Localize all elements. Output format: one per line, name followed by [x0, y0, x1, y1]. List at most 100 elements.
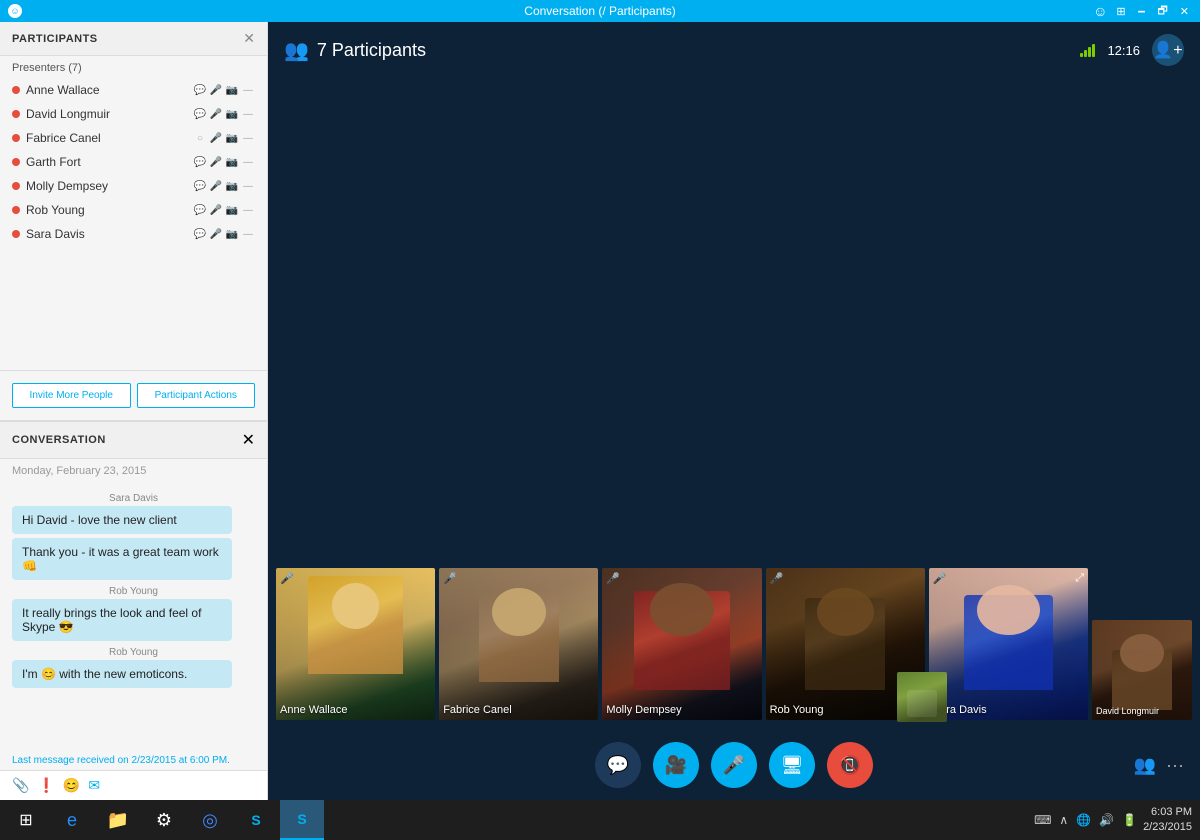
- more-icon[interactable]: —: [241, 133, 255, 144]
- participant-controls: 💬 🎤 📷 —: [193, 157, 255, 168]
- mic-icon[interactable]: 🎤: [209, 109, 223, 120]
- keyboard-icon[interactable]: ⌨: [1034, 813, 1051, 827]
- david-tile-container: David Longmuir: [1092, 620, 1192, 720]
- more-icon[interactable]: —: [241, 85, 255, 96]
- date: 2/23/2015: [1143, 820, 1192, 835]
- chevron-icon[interactable]: ∧: [1059, 813, 1068, 827]
- phone-end-icon: 📵: [839, 755, 861, 776]
- title-bar-left: ☺: [8, 4, 22, 18]
- video-feed-sara: [929, 568, 1088, 720]
- chat-icon[interactable]: 💬: [193, 157, 207, 168]
- urgent-icon[interactable]: ❗: [37, 777, 54, 794]
- screen-share-button[interactable]: 🖥: [769, 742, 815, 788]
- expand-icon[interactable]: ⤢: [1075, 572, 1084, 585]
- ie-button[interactable]: e: [50, 800, 94, 840]
- left-panel: PARTICIPANTS ✕ Presenters (7) Anne Walla…: [0, 22, 268, 800]
- minimize-icon[interactable]: 🗕: [1135, 2, 1149, 21]
- participants-count-display: 👥 7 Participants: [284, 38, 426, 63]
- signal-bar-4: [1092, 44, 1095, 57]
- mic-icon[interactable]: 🎤: [209, 157, 223, 168]
- video-header: 👥 7 Participants 12:16 👤+: [268, 22, 1200, 78]
- chat-bubble: Hi David - love the new client: [12, 506, 232, 534]
- chat-icon[interactable]: 💬: [193, 205, 207, 216]
- status-dot: [12, 230, 20, 238]
- presenters-label: Presenters (7): [0, 56, 267, 76]
- participant-name: Molly Dempsey: [26, 179, 193, 193]
- more-icon[interactable]: —: [241, 229, 255, 240]
- video-tile-anne: 🎤 Anne Wallace: [276, 568, 435, 720]
- participant-controls: 💬 🎤 📷 —: [193, 229, 255, 240]
- participant-name: Rob Young: [26, 203, 193, 217]
- microphone-icon: 🎤: [723, 755, 745, 776]
- camera-icon[interactable]: 📷: [225, 229, 239, 240]
- settings-button[interactable]: ⚙: [142, 800, 186, 840]
- invite-more-people-button[interactable]: Invite More People: [12, 383, 131, 408]
- chrome-button[interactable]: ◎: [188, 800, 232, 840]
- video-tile-david: David Longmuir: [1092, 620, 1192, 720]
- gear-icon: ⚙: [156, 810, 172, 831]
- video-button[interactable]: 🎥: [653, 742, 699, 788]
- participants-close-button[interactable]: ✕: [243, 30, 255, 47]
- chat-toggle-button[interactable]: 💬: [595, 742, 641, 788]
- mic-icon[interactable]: 🎤: [209, 85, 223, 96]
- skype-taskbar-button[interactable]: S: [234, 800, 278, 840]
- participant-name: Fabrice Canel: [26, 131, 193, 145]
- chat-icon[interactable]: 💬: [193, 109, 207, 120]
- restore-icon[interactable]: 🗗: [1154, 2, 1170, 21]
- camera-icon[interactable]: 📷: [225, 205, 239, 216]
- conversation-close-button[interactable]: ✕: [242, 430, 255, 450]
- mute-icon: 🎤: [933, 572, 947, 585]
- emoji-picker-icon[interactable]: 😊: [63, 777, 80, 794]
- send-icon[interactable]: ✉: [88, 777, 100, 794]
- participants-panel-toggle[interactable]: 👥: [1134, 755, 1156, 776]
- chat-icon[interactable]: ○: [193, 133, 207, 144]
- window-icon[interactable]: ⊞: [1113, 5, 1128, 18]
- participant-controls: 💬 🎤 📷 —: [193, 85, 255, 96]
- camera-icon[interactable]: 📷: [225, 133, 239, 144]
- microphone-button[interactable]: 🎤: [711, 742, 757, 788]
- file-explorer-button[interactable]: 📁: [96, 800, 140, 840]
- chat-icon[interactable]: 💬: [193, 181, 207, 192]
- end-call-button[interactable]: 📵: [827, 742, 873, 788]
- add-participant-button[interactable]: 👤+: [1152, 34, 1184, 66]
- camera-icon[interactable]: 📷: [225, 85, 239, 96]
- camera-icon[interactable]: 📷: [225, 157, 239, 168]
- chat-icon[interactable]: 💬: [193, 229, 207, 240]
- more-icon[interactable]: —: [241, 205, 255, 216]
- battery-icon[interactable]: 🔋: [1122, 813, 1137, 827]
- skype-call-button[interactable]: S: [280, 800, 324, 840]
- participant-actions-button[interactable]: Participant Actions: [137, 383, 256, 408]
- video-feed-anne: [276, 568, 435, 720]
- more-options-button[interactable]: ···: [1166, 755, 1184, 776]
- chat-input-bar: 📎 ❗ 😊 ✉: [0, 770, 267, 800]
- chat-messages: Sara Davis Hi David - love the new clien…: [0, 483, 267, 751]
- mic-icon[interactable]: 🎤: [209, 205, 223, 216]
- close-icon[interactable]: ✕: [1177, 5, 1192, 18]
- mic-icon[interactable]: 🎤: [209, 229, 223, 240]
- start-button[interactable]: ⊞: [4, 800, 48, 840]
- chat-icon[interactable]: 💬: [193, 85, 207, 96]
- taskbar-time: 6:03 PM 2/23/2015: [1143, 805, 1192, 836]
- camera-icon[interactable]: 📷: [225, 181, 239, 192]
- list-item: Molly Dempsey 💬 🎤 📷 —: [0, 174, 267, 198]
- more-icon[interactable]: —: [241, 157, 255, 168]
- more-icon[interactable]: —: [241, 181, 255, 192]
- volume-icon[interactable]: 🔊: [1099, 813, 1114, 827]
- conversation-section: CONVERSATION ✕ Monday, February 23, 2015…: [0, 420, 267, 800]
- camera-icon[interactable]: 📷: [225, 109, 239, 120]
- mic-icon[interactable]: 🎤: [209, 133, 223, 144]
- participant-controls: 💬 🎤 📷 —: [193, 205, 255, 216]
- participant-name: David Longmuir: [26, 107, 193, 121]
- skype-logo: ☺: [8, 4, 22, 18]
- network-icon[interactable]: 🌐: [1076, 813, 1091, 827]
- conversation-header: CONVERSATION ✕: [0, 422, 267, 459]
- participant-name: Garth Fort: [26, 155, 193, 169]
- list-item: Anne Wallace 💬 🎤 📷 —: [0, 78, 267, 102]
- participant-name: Sara Davis: [26, 227, 193, 241]
- more-icon[interactable]: —: [241, 109, 255, 120]
- signal-bars: [1080, 44, 1095, 57]
- clock: 6:03 PM: [1143, 805, 1192, 820]
- right-panel: 👥 7 Participants 12:16 👤+: [268, 22, 1200, 800]
- attachment-icon[interactable]: 📎: [12, 777, 29, 794]
- mic-icon[interactable]: 🎤: [209, 181, 223, 192]
